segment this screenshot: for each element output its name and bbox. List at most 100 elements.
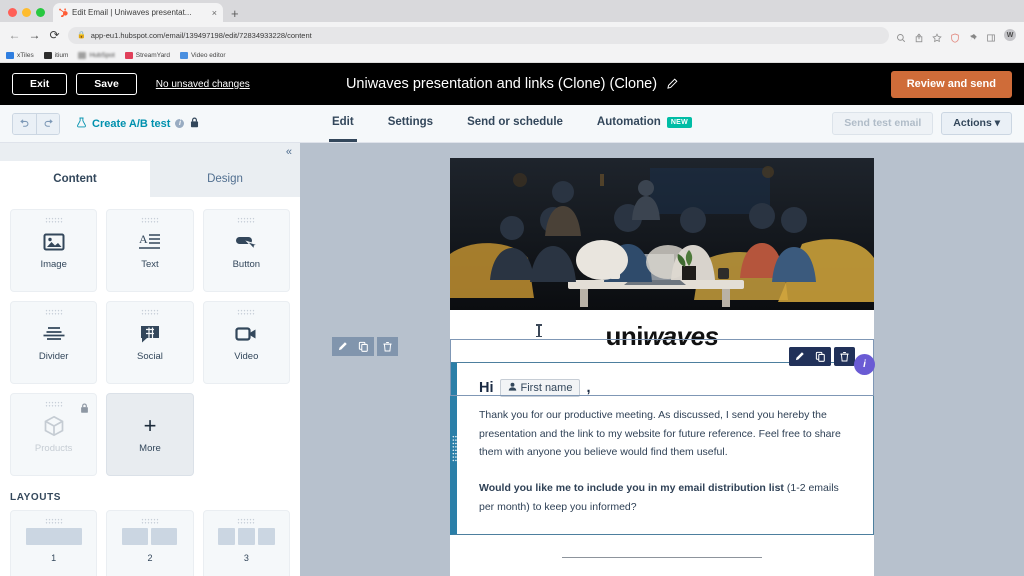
contact-icon [508, 382, 517, 394]
text-icon: A [138, 231, 161, 253]
tab-close-icon[interactable]: × [212, 8, 217, 18]
module-label: Video [234, 351, 259, 362]
drag-handle-icon [44, 401, 63, 408]
module-card-social[interactable]: Social [106, 301, 194, 384]
text-module-selected[interactable]: Hi First name , Thank you for our produc… [450, 362, 874, 536]
minimize-window-button[interactable] [22, 8, 31, 17]
bookmark-star-icon[interactable] [932, 30, 942, 43]
bookmark-item[interactable]: StreamYard [124, 51, 170, 59]
bookmark-favicon [6, 51, 14, 59]
drag-handle-icon[interactable] [140, 309, 159, 316]
layout-preview [23, 527, 85, 545]
tab-edit-label: Edit [331, 116, 354, 128]
clone-icon[interactable] [810, 347, 831, 366]
edit-icon[interactable] [789, 347, 810, 366]
email-canvas[interactable]: uniwaves Hi First name , Thank you for o… [300, 143, 1024, 576]
browser-tab[interactable]: Edit Email | Uniwaves presentat... × [53, 3, 223, 22]
address-bar-text: app-eu1.hubspot.com/email/139497198/edit… [90, 30, 312, 40]
back-icon[interactable]: ← [8, 28, 21, 42]
bookmark-item[interactable]: Video editor [179, 51, 226, 59]
bookmark-favicon [124, 51, 133, 59]
button-icon [235, 231, 258, 253]
actions-label: Actions [953, 117, 992, 130]
bookmark-item[interactable]: HubSpot [78, 51, 115, 59]
delete-icon[interactable] [377, 337, 398, 356]
tab-automation[interactable]: Automation NEW [594, 105, 695, 142]
tab-settings[interactable]: Settings [385, 105, 436, 142]
edit-icon[interactable] [332, 337, 353, 356]
send-test-email-button[interactable]: Send test email [832, 112, 934, 135]
module-drag-handle-icon[interactable] [451, 434, 457, 463]
module-label: Products [34, 443, 73, 454]
layout-grid: 1 2 3 [0, 510, 300, 576]
module-label: More [139, 443, 161, 454]
maximize-window-button[interactable] [36, 8, 45, 17]
tab-settings-label: Settings [387, 116, 434, 128]
module-card-text[interactable]: A Text [106, 209, 194, 292]
edit-title-pencil-icon[interactable] [666, 78, 678, 90]
bookmark-label: Video editor [190, 51, 226, 59]
module-card-video[interactable]: Video [202, 301, 290, 384]
profile-avatar[interactable]: W [1004, 29, 1016, 41]
bookmark-item[interactable]: xTiles [6, 51, 34, 59]
layout-card-3[interactable]: 3 [202, 510, 290, 576]
bookmark-label: StreamYard [135, 51, 170, 59]
bookmark-favicon [43, 51, 52, 59]
extensions-pin-icon[interactable] [968, 30, 978, 41]
module-card-image[interactable]: Image [10, 209, 98, 292]
save-button[interactable]: Save [76, 72, 137, 96]
exit-button[interactable]: Exit [12, 72, 68, 96]
module-card-divider[interactable]: Divider [10, 301, 98, 384]
share-icon[interactable] [914, 30, 924, 43]
video-icon [235, 323, 257, 345]
unsaved-changes-link[interactable]: No unsaved changes [156, 79, 250, 90]
browser-urlbar: ← → ⟳ 🔒 app-eu1.hubspot.com/email/139497… [0, 22, 1024, 48]
layout-card-1[interactable]: 1 [10, 510, 98, 576]
toolbar-group [332, 337, 374, 356]
tab-automation-label: Automation [596, 116, 661, 128]
actions-menu-button[interactable]: Actions ▾ [941, 112, 1012, 135]
drag-handle-icon[interactable] [140, 217, 159, 224]
sidebar-tab-design[interactable]: Design [150, 161, 300, 197]
personalization-token[interactable]: First name [499, 379, 581, 397]
image-icon [43, 231, 65, 253]
reload-icon[interactable]: ⟳ [48, 28, 61, 42]
editor-subbar: Create A/B test i Edit Settings Send or … [0, 105, 1024, 143]
module-card-button[interactable]: Button [202, 209, 290, 292]
drag-handle-icon[interactable] [237, 518, 256, 525]
tab-send-or-schedule[interactable]: Send or schedule [464, 105, 566, 142]
hero-image-module[interactable] [450, 158, 874, 310]
bookmark-item[interactable]: itium [43, 51, 68, 59]
module-info-badge[interactable]: i [854, 354, 875, 375]
review-and-send-button[interactable]: Review and send [890, 70, 1012, 98]
drag-handle-icon[interactable] [237, 309, 256, 316]
hubspot-favicon [59, 8, 68, 17]
tab-edit[interactable]: Edit [328, 105, 357, 142]
drag-handle-icon[interactable] [44, 309, 63, 316]
search-icon[interactable] [896, 30, 906, 43]
clone-icon[interactable] [353, 337, 374, 356]
drag-handle-icon[interactable] [140, 518, 159, 525]
layout-label: 1 [51, 552, 57, 563]
shield-icon[interactable] [950, 30, 960, 43]
layout-card-2[interactable]: 2 [106, 510, 194, 576]
greeting-text: Hi [479, 380, 494, 396]
sidepanel-icon[interactable] [986, 30, 996, 42]
new-tab-button[interactable]: + [223, 7, 247, 22]
drag-handle-icon[interactable] [44, 217, 63, 224]
address-bar[interactable]: 🔒 app-eu1.hubspot.com/email/139497198/ed… [68, 26, 889, 44]
module-card-more[interactable]: + More [106, 393, 194, 476]
delete-icon[interactable] [834, 347, 855, 366]
close-window-button[interactable] [8, 8, 17, 17]
forward-icon[interactable]: → [28, 28, 41, 42]
divider-module[interactable] [450, 535, 874, 576]
browser-tabstrip: Edit Email | Uniwaves presentat... × + [0, 0, 1024, 22]
divider-line [562, 557, 762, 559]
svg-text:A: A [139, 232, 148, 246]
collapse-sidebar-icon[interactable]: « [286, 146, 292, 158]
drag-handle-icon[interactable] [44, 518, 63, 525]
sidebar-tab-content[interactable]: Content [0, 161, 150, 197]
app-root: Edit Email | Uniwaves presentat... × + ←… [0, 0, 1024, 576]
drag-handle-icon[interactable] [237, 217, 256, 224]
lock-icon: 🔒 [77, 32, 86, 39]
